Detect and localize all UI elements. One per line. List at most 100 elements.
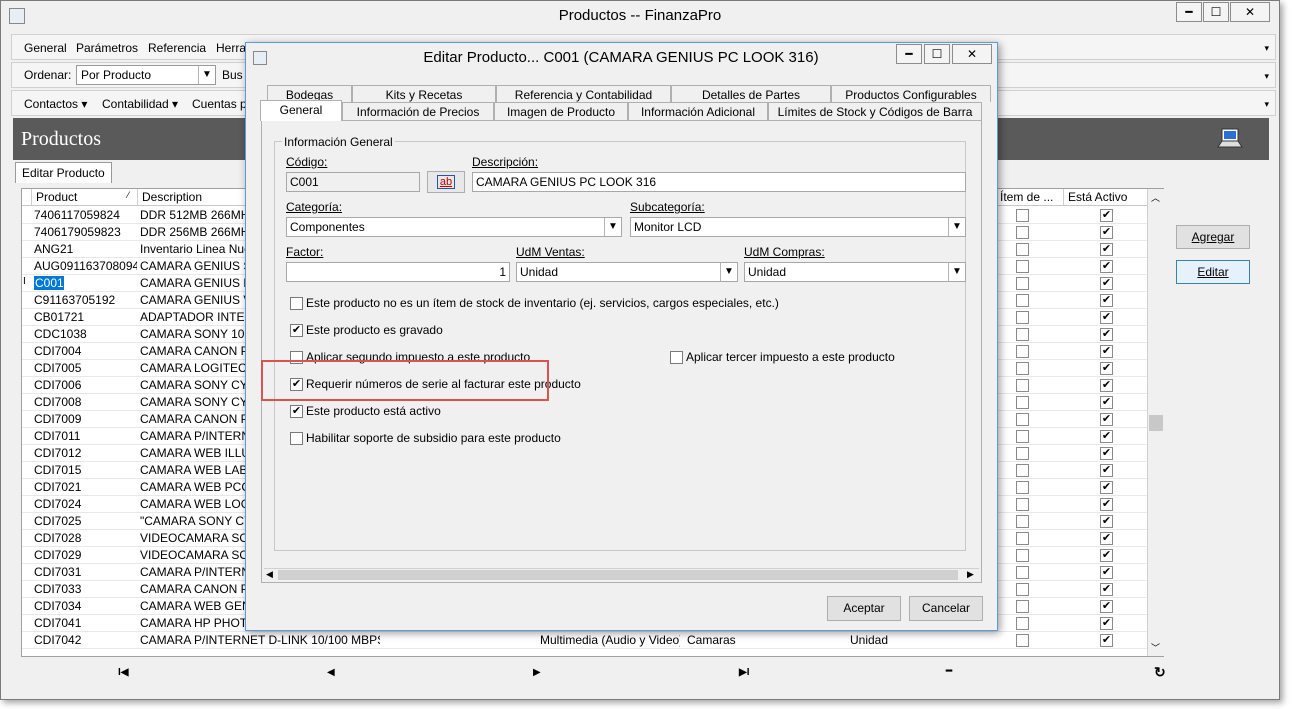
next-record-icon[interactable]: ▶ [533, 667, 541, 678]
dialog-close-button[interactable]: ✕ [952, 44, 992, 64]
tab-kits-y-recetas[interactable]: Kits y Recetas [352, 85, 496, 102]
item-checkbox[interactable] [1016, 600, 1029, 613]
taxable-checkbox[interactable]: ✔ [290, 324, 303, 337]
item-checkbox[interactable] [1016, 447, 1029, 460]
item-checkbox[interactable] [1016, 362, 1029, 375]
menu-overflow-icon[interactable]: ▾ [1264, 43, 1269, 54]
tab-productos-configurables[interactable]: Productos Configurables [831, 85, 991, 102]
chevron-down-icon[interactable]: ▼ [198, 66, 215, 84]
chevron-down-icon[interactable]: ▼ [604, 218, 621, 236]
cell-product[interactable]: 7406117059824 [34, 208, 137, 222]
cell-product[interactable]: 7406179059823 [34, 225, 137, 239]
tab-general[interactable]: General [260, 100, 342, 121]
column-header-active[interactable]: Está Activo [1064, 189, 1148, 206]
active-checkbox[interactable]: ✔ [1100, 277, 1113, 290]
column-header-product[interactable]: Product ⁄ [32, 189, 138, 206]
item-checkbox[interactable] [1016, 260, 1029, 273]
cancel-button[interactable]: Cancelar [909, 596, 983, 621]
active-checkbox[interactable]: ✔ [1100, 379, 1113, 392]
codigo-field[interactable]: C001 [286, 172, 420, 192]
cell-product[interactable]: CDC1038 [34, 327, 137, 341]
cell-product[interactable]: CDI7004 [34, 344, 137, 358]
active-checkbox[interactable]: ✔ [1100, 464, 1113, 477]
tab-información-adicional[interactable]: Información Adicional [628, 102, 768, 121]
cell-product[interactable]: CDI7029 [34, 548, 137, 562]
cell-description[interactable]: CAMARA P/INTERNET D-LINK 10/100 MBPS USB [140, 633, 380, 647]
item-checkbox[interactable] [1016, 549, 1029, 562]
cell-product[interactable]: CDI7025 [34, 514, 137, 528]
item-checkbox[interactable] [1016, 345, 1029, 358]
active-checkbox[interactable]: ✔ [1100, 617, 1113, 630]
minimize-button[interactable]: ━ [1176, 2, 1202, 22]
cell-product[interactable]: CDI7008 [34, 395, 137, 409]
active-checkbox[interactable]: ✔ [1100, 430, 1113, 443]
cell-product[interactable]: CDI7034 [34, 599, 137, 613]
cell-product[interactable]: CDI7033 [34, 582, 137, 596]
item-checkbox[interactable] [1016, 634, 1029, 647]
product-active-checkbox[interactable]: ✔ [290, 405, 303, 418]
cell-product[interactable]: CDI7042 [34, 633, 137, 647]
item-checkbox[interactable] [1016, 277, 1029, 290]
chevron-down-icon[interactable]: ▼ [948, 218, 965, 236]
horizontal-scrollbar[interactable]: ◀ ▶ [264, 568, 979, 581]
active-checkbox[interactable]: ✔ [1100, 549, 1113, 562]
cell-subcategory[interactable]: Camaras [687, 633, 827, 647]
menu-herramientas[interactable]: Herra [216, 41, 246, 55]
item-checkbox[interactable] [1016, 566, 1029, 579]
item-checkbox[interactable] [1016, 396, 1029, 409]
active-checkbox[interactable]: ✔ [1100, 396, 1113, 409]
udm-compras-select[interactable]: Unidad ▼ [744, 262, 966, 282]
row-edit-indicator-icon[interactable]: I [23, 276, 32, 287]
dialog-maximize-button[interactable]: ☐ [924, 44, 950, 64]
close-button[interactable]: ✕ [1230, 2, 1270, 22]
tab-imagen-de-producto[interactable]: Imagen de Producto [494, 102, 628, 121]
active-checkbox[interactable]: ✔ [1100, 294, 1113, 307]
chevron-down-icon[interactable]: ▼ [720, 263, 737, 281]
active-checkbox[interactable]: ✔ [1100, 311, 1113, 324]
item-checkbox[interactable] [1016, 498, 1029, 511]
item-checkbox[interactable] [1016, 532, 1029, 545]
active-checkbox[interactable]: ✔ [1100, 362, 1113, 375]
column-header-description[interactable]: Description [138, 189, 258, 206]
scroll-left-icon[interactable]: ◀ [266, 569, 273, 580]
sort-select[interactable]: Por Producto ▼ [76, 65, 216, 85]
tab-límites-de-stock-y-códigos-de-barra[interactable]: Límites de Stock y Códigos de Barra [768, 102, 982, 121]
table-row[interactable]: CDI7042 CAMARA P/INTERNET D-LINK 10/100 M… [22, 632, 1147, 649]
cell-product[interactable]: CDI7011 [34, 429, 137, 443]
cell-product[interactable]: C001 [34, 276, 64, 290]
tab-referencia-y-contabilidad[interactable]: Referencia y Contabilidad [496, 85, 671, 102]
item-checkbox[interactable] [1016, 515, 1029, 528]
active-checkbox[interactable]: ✔ [1100, 532, 1113, 545]
cell-product[interactable]: CDI7021 [34, 480, 137, 494]
descripcion-field[interactable]: CAMARA GENIUS PC LOOK 316 [472, 172, 966, 192]
not-stock-item-checkbox[interactable] [290, 297, 303, 310]
tab-información-de-precios[interactable]: Información de Precios [342, 102, 494, 121]
cell-product[interactable]: CDI7015 [34, 463, 137, 477]
vertical-scrollbar[interactable]: ︿ ﹀ [1147, 189, 1164, 656]
item-checkbox[interactable] [1016, 617, 1029, 630]
delete-record-icon[interactable]: ━ [946, 666, 952, 677]
accept-button[interactable]: Aceptar [827, 596, 901, 621]
item-checkbox[interactable] [1016, 481, 1029, 494]
cell-product[interactable]: C91163705192 [34, 293, 137, 307]
previous-record-icon[interactable]: ◀ [327, 667, 335, 678]
item-checkbox[interactable] [1016, 583, 1029, 596]
active-checkbox[interactable]: ✔ [1100, 413, 1113, 426]
scroll-up-icon[interactable]: ︿ [1151, 191, 1160, 204]
cell-product[interactable]: AUG091163708094 [34, 259, 137, 273]
menu-general[interactable]: General [24, 41, 67, 55]
cell-category[interactable]: Multimedia (Audio y Video) [540, 633, 680, 647]
item-checkbox[interactable] [1016, 311, 1029, 324]
scroll-right-icon[interactable]: ▶ [967, 569, 974, 580]
item-checkbox[interactable] [1016, 243, 1029, 256]
cell-product[interactable]: CDI7028 [34, 531, 137, 545]
active-checkbox[interactable]: ✔ [1100, 515, 1113, 528]
udm-ventas-select[interactable]: Unidad ▼ [516, 262, 738, 282]
lookup-button[interactable]: ab [427, 171, 465, 193]
dialog-minimize-button[interactable]: ━ [896, 44, 922, 64]
scroll-thumb-horizontal[interactable] [278, 570, 958, 580]
active-checkbox[interactable]: ✔ [1100, 260, 1113, 273]
cell-product[interactable]: CDI7012 [34, 446, 137, 460]
active-checkbox[interactable]: ✔ [1100, 243, 1113, 256]
item-checkbox[interactable] [1016, 430, 1029, 443]
